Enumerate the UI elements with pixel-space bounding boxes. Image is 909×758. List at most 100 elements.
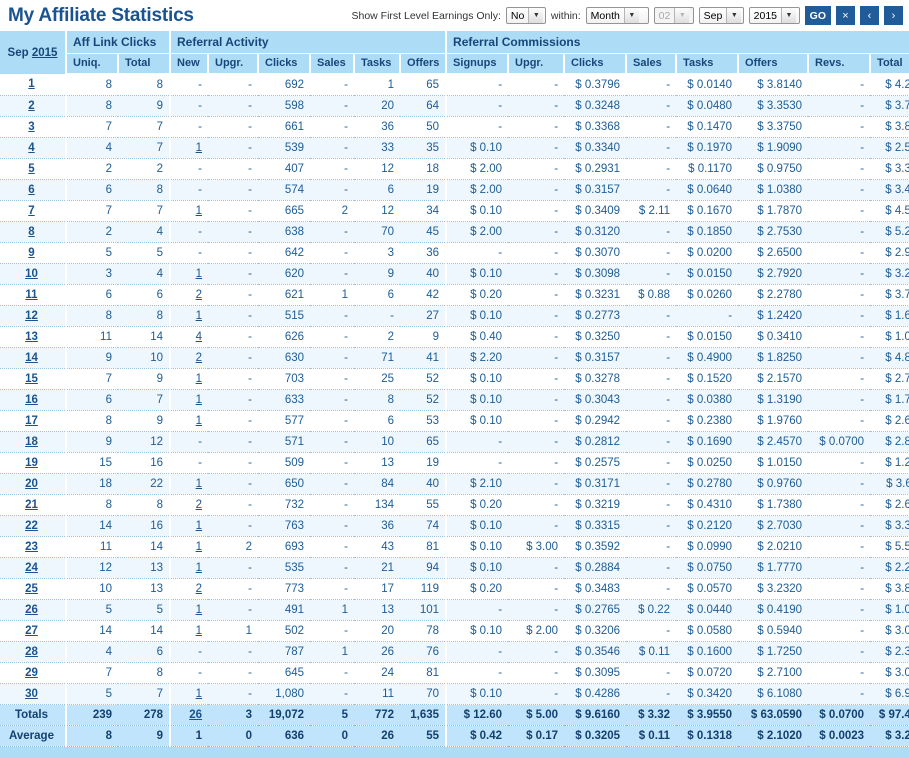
day-link-label[interactable]: 13 [25, 331, 38, 343]
row-10-cell-2[interactable]: 1 [169, 263, 209, 285]
day-link-label[interactable]: 5 [28, 163, 34, 175]
row-20-cell-2[interactable]: 1 [169, 473, 209, 495]
day-link-label[interactable]: 4 [28, 142, 34, 154]
day-link-label[interactable]: 15 [25, 373, 38, 385]
day-link-label[interactable]: 11 [25, 289, 37, 301]
corner-year[interactable]: 2015 [32, 47, 58, 59]
day-link-12[interactable]: 12 [0, 305, 66, 327]
day-link-16[interactable]: 16 [0, 389, 66, 411]
day-link-18[interactable]: 18 [0, 431, 66, 453]
day-link-7[interactable]: 7 [0, 200, 66, 222]
day-link-label[interactable]: 30 [25, 688, 38, 700]
day-link-20[interactable]: 20 [0, 473, 66, 495]
day-link-25[interactable]: 25 [0, 578, 66, 600]
cell-link[interactable]: 2 [196, 499, 202, 511]
cell-link[interactable]: 1 [196, 310, 202, 322]
day-link-27[interactable]: 27 [0, 620, 66, 642]
day-link-label[interactable]: 8 [28, 226, 34, 238]
day-link-2[interactable]: 2 [0, 95, 66, 117]
row-16-cell-2[interactable]: 1 [169, 389, 209, 411]
row-17-cell-2[interactable]: 1 [169, 410, 209, 432]
period-select[interactable]: Month ▼ [585, 7, 649, 24]
day-link-8[interactable]: 8 [0, 221, 66, 243]
day-link-19[interactable]: 19 [0, 452, 66, 474]
row-15-cell-2[interactable]: 1 [169, 368, 209, 390]
row-23-cell-2[interactable]: 1 [169, 536, 209, 558]
cell-link[interactable]: 1 [196, 142, 202, 154]
cell-link[interactable]: 1 [196, 562, 202, 574]
row-30-cell-2[interactable]: 1 [169, 683, 209, 705]
cell-link[interactable]: 1 [196, 415, 202, 427]
row-14-cell-2[interactable]: 2 [169, 347, 209, 369]
row-25-cell-2[interactable]: 2 [169, 578, 209, 600]
cell-link[interactable]: 2 [196, 289, 202, 301]
day-link-label[interactable]: 2 [28, 100, 34, 112]
cell-link[interactable]: 1 [196, 205, 202, 217]
day-link-10[interactable]: 10 [0, 263, 66, 285]
day-link-21[interactable]: 21 [0, 494, 66, 516]
day-link-5[interactable]: 5 [0, 158, 66, 180]
day-link-23[interactable]: 23 [0, 536, 66, 558]
cell-link[interactable]: 1 [196, 394, 202, 406]
cell-link[interactable]: 1 [196, 688, 202, 700]
day-link-3[interactable]: 3 [0, 116, 66, 138]
day-link-22[interactable]: 22 [0, 515, 66, 537]
day-link-1[interactable]: 1 [0, 74, 66, 96]
day-link-9[interactable]: 9 [0, 242, 66, 264]
row-12-cell-2[interactable]: 1 [169, 305, 209, 327]
clear-button[interactable]: × [836, 6, 855, 25]
day-link-label[interactable]: 24 [25, 562, 38, 574]
day-link-label[interactable]: 23 [25, 541, 38, 553]
day-link-label[interactable]: 22 [25, 520, 38, 532]
day-link-label[interactable]: 12 [25, 310, 38, 322]
day-link-label[interactable]: 17 [25, 415, 38, 427]
day-link-14[interactable]: 14 [0, 347, 66, 369]
month-select[interactable]: Sep ▼ [698, 7, 744, 24]
day-link-6[interactable]: 6 [0, 179, 66, 201]
next-period-button[interactable]: › [884, 6, 903, 25]
previous-period-button[interactable]: ‹ [860, 6, 879, 25]
row-27-cell-2[interactable]: 1 [169, 620, 209, 642]
row-21-cell-2[interactable]: 2 [169, 494, 209, 516]
day-link-label[interactable]: 25 [25, 583, 38, 595]
day-link-label[interactable]: 27 [25, 625, 38, 637]
day-link-label[interactable]: 16 [25, 394, 38, 406]
cell-link[interactable]: 2 [196, 352, 202, 364]
day-link-29[interactable]: 29 [0, 662, 66, 684]
day-link-13[interactable]: 13 [0, 326, 66, 348]
day-link-label[interactable]: 20 [25, 478, 38, 490]
totals-cell-2[interactable]: 26 [169, 704, 209, 726]
row-11-cell-2[interactable]: 2 [169, 284, 209, 306]
cell-link[interactable]: 1 [196, 478, 202, 490]
day-link-17[interactable]: 17 [0, 410, 66, 432]
cell-link[interactable]: 26 [189, 709, 202, 721]
day-link-15[interactable]: 15 [0, 368, 66, 390]
cell-link[interactable]: 4 [196, 331, 202, 343]
day-link-label[interactable]: 18 [25, 436, 38, 448]
day-link-label[interactable]: 28 [25, 646, 38, 658]
cell-link[interactable]: 1 [196, 268, 202, 280]
day-link-28[interactable]: 28 [0, 641, 66, 663]
day-link-label[interactable]: 14 [25, 352, 38, 364]
row-24-cell-2[interactable]: 1 [169, 557, 209, 579]
first-level-earnings-select[interactable]: No ▼ [505, 7, 546, 24]
go-button[interactable]: GO [804, 6, 831, 25]
day-link-label[interactable]: 10 [25, 268, 38, 280]
day-link-label[interactable]: 3 [28, 121, 34, 133]
day-link-26[interactable]: 26 [0, 599, 66, 621]
day-link-24[interactable]: 24 [0, 557, 66, 579]
day-link-label[interactable]: 6 [28, 184, 34, 196]
day-link-label[interactable]: 21 [25, 499, 38, 511]
day-link-label[interactable]: 1 [28, 78, 34, 90]
cell-link[interactable]: 1 [196, 520, 202, 532]
day-link-4[interactable]: 4 [0, 137, 66, 159]
day-link-label[interactable]: 19 [25, 457, 38, 469]
day-link-label[interactable]: 29 [25, 667, 38, 679]
day-link-label[interactable]: 7 [28, 205, 34, 217]
day-link-30[interactable]: 30 [0, 683, 66, 705]
cell-link[interactable]: 1 [196, 373, 202, 385]
day-select[interactable]: 02 ▼ [653, 7, 694, 24]
row-7-cell-2[interactable]: 1 [169, 200, 209, 222]
cell-link[interactable]: 2 [196, 583, 202, 595]
row-13-cell-2[interactable]: 4 [169, 326, 209, 348]
